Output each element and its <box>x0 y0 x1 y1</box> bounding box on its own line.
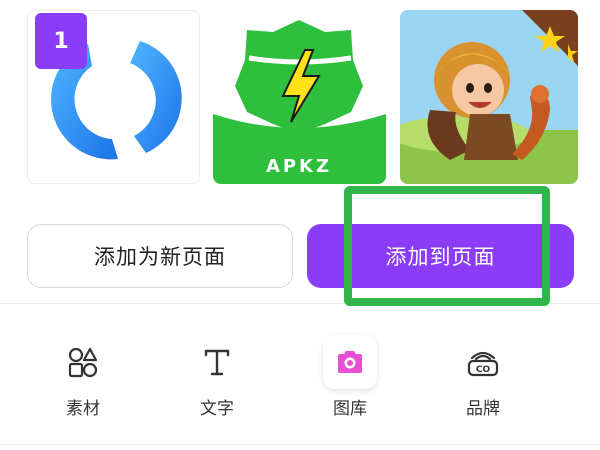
apkz-logo-image: APKZ <box>213 10 386 184</box>
thumbnail-game-art[interactable] <box>400 10 578 184</box>
thumbnail-apkz-logo[interactable]: APKZ <box>213 10 386 184</box>
brand-icon: CO <box>456 335 510 389</box>
text-icon <box>190 335 244 389</box>
image-thumbnails-row: 1 APKZ <box>0 0 600 185</box>
tab-text-label: 文字 <box>200 399 234 419</box>
tab-image-library-label: 图库 <box>333 399 367 419</box>
tab-image-library[interactable]: 图库 <box>290 330 410 430</box>
shapes-icon <box>56 335 110 389</box>
tab-brand[interactable]: CO 品牌 <box>423 330 543 430</box>
bottom-tab-bar: 素材 文字 图库 CO 品牌 <box>0 330 600 430</box>
add-as-new-page-button[interactable]: 添加为新页面 <box>27 224 293 288</box>
selection-count-badge: 1 <box>35 13 87 69</box>
camera-icon <box>323 335 377 389</box>
tab-brand-label: 品牌 <box>466 399 500 419</box>
divider <box>0 303 600 304</box>
tab-material[interactable]: 素材 <box>23 330 143 430</box>
bottom-divider <box>0 444 600 445</box>
tab-material-label: 素材 <box>66 399 100 419</box>
tab-text[interactable]: 文字 <box>157 330 277 430</box>
svg-text:CO: CO <box>476 365 491 375</box>
add-to-page-button[interactable]: 添加到页面 <box>307 224 574 288</box>
apkz-text: APKZ <box>266 156 332 177</box>
game-art-image <box>400 10 578 184</box>
